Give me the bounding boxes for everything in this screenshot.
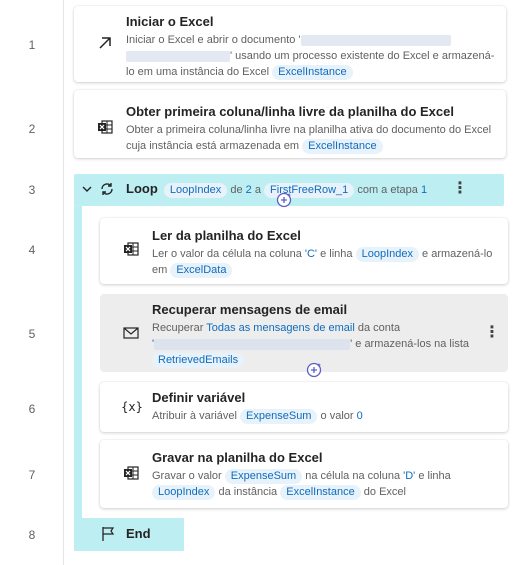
action-title: Gravar na planilha do Excel [152,450,323,465]
variable-token[interactable]: LoopIndex [163,183,228,198]
redacted-path [126,50,230,62]
variable-token[interactable]: LoopIndex [152,485,216,500]
action-description: Gravar o valor ExpenseSum na célula na c… [152,469,451,500]
action-title: Ler da planilha do Excel [152,228,301,243]
action-description: Ler o valor da célula na coluna 'C' e li… [152,247,493,278]
line-number: 6 [28,402,36,416]
arrow-up-right-icon [96,34,114,52]
loop-icon [98,180,116,198]
line-number: 2 [28,122,36,136]
redacted-path [300,34,451,46]
action-get-first-free-row[interactable]: Obter primeira coluna/linha livre da pla… [74,90,506,158]
action-description: Obter a primeira coluna/linha livre na p… [126,124,492,154]
end-label: End [126,526,151,541]
line-number-gutter: 1 2 3 4 5 6 7 8 [0,0,64,565]
excel-icon [122,464,140,482]
line-number: 4 [28,243,36,257]
action-set-variable[interactable]: {x} Definir variável Atribuir à variável… [100,382,508,432]
loop-title: Loop [126,181,158,196]
variable-token[interactable]: LoopIndex [355,247,419,262]
chevron-down-icon[interactable] [80,182,94,196]
end-block[interactable]: End [74,518,184,551]
action-read-excel[interactable]: Ler da planilha do Excel Ler o valor da … [100,218,508,284]
variable-token[interactable]: ExpenseSum [240,409,318,424]
mail-icon [122,324,140,342]
excel-icon [96,118,114,136]
loop-body-connector [74,206,82,518]
more-options-icon[interactable]: ⋮ [452,178,468,198]
excel-icon [122,240,140,258]
action-title: Iniciar o Excel [126,14,214,29]
variable-token[interactable]: ExcelData [170,263,233,278]
line-number: 8 [28,528,36,542]
line-number: 7 [28,468,36,482]
action-title: Definir variável [152,390,246,405]
variable-token[interactable]: ExcelInstance [272,65,353,80]
add-action-icon[interactable] [306,362,322,378]
more-options-icon[interactable]: ⋮ [484,322,500,342]
action-retrieve-emails[interactable]: Recuperar mensagens de email Recuperar T… [100,294,508,372]
variable-token[interactable]: ExcelInstance [302,139,383,154]
redacted-account [154,338,351,350]
add-action-icon[interactable] [276,192,292,208]
variable-token[interactable]: RetrievedEmails [152,353,245,368]
action-description: Atribuir à variável ExpenseSum o valor 0 [152,409,363,424]
action-description: Iniciar o Excel e abrir o documento ' ' … [126,34,495,80]
action-description: Recuperar Todas as mensagens de email da… [152,322,469,368]
variable-token[interactable]: ExpenseSum [224,469,303,484]
action-title: Obter primeira coluna/linha livre da pla… [126,104,454,119]
line-number: 1 [28,38,36,52]
action-write-excel[interactable]: Gravar na planilha do Excel Gravar o val… [100,440,508,508]
action-launch-excel[interactable]: Iniciar o Excel Iniciar o Excel e abrir … [74,6,506,82]
line-number: 3 [28,183,36,197]
variable-token[interactable]: ExcelInstance [280,485,361,500]
variable-icon: {x} [121,400,143,414]
flag-icon [100,526,116,542]
line-number: 5 [28,327,36,341]
action-title: Recuperar mensagens de email [152,302,348,317]
